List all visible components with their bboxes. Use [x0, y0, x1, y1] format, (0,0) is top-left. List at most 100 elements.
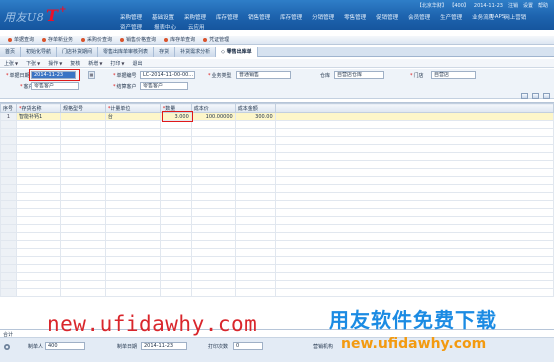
top-nav-item[interactable]: 基础设置 — [152, 13, 174, 21]
top-nav-item[interactable]: 网上营销 — [504, 13, 526, 21]
top-nav-sub-item[interactable]: 资产管理 — [120, 23, 142, 31]
table-cell-empty — [59, 144, 106, 153]
logo-text: 用友U8 — [4, 11, 45, 24]
table-cell[interactable]: 100.00000 — [190, 112, 236, 121]
chevron-down-icon: ▼ — [99, 61, 103, 66]
delete-row-icon[interactable] — [543, 93, 550, 99]
table-cell-empty — [190, 216, 236, 225]
table-cell-empty — [159, 144, 192, 153]
table-cell-empty — [274, 264, 554, 273]
top-nav-sub-item[interactable]: 报表中心 — [154, 23, 176, 31]
quick-menu-item[interactable]: 凭证管理 — [203, 36, 229, 45]
table-cell-empty — [274, 144, 554, 153]
user-bar-item[interactable]: 注销 — [508, 3, 518, 9]
tab-item[interactable]: 首页 — [0, 47, 22, 57]
table-cell-empty — [190, 128, 236, 137]
toolbar-button[interactable]: 新增▼ — [84, 59, 106, 69]
store-field[interactable]: 自营店 — [431, 71, 476, 79]
table-cell-empty — [274, 232, 554, 241]
table-cell-empty — [159, 136, 192, 145]
table-cell[interactable]: 300.00 — [234, 112, 276, 121]
top-nav-item[interactable]: 会员管理 — [408, 13, 430, 21]
top-nav-item[interactable]: 采购管理 — [184, 13, 206, 21]
grid-column-header[interactable]: 成本金额 — [234, 103, 276, 113]
table-cell-empty — [104, 128, 161, 137]
table-cell-empty — [15, 160, 61, 169]
table-cell-empty — [190, 256, 236, 265]
table-cell-empty — [0, 160, 17, 169]
table-cell[interactable] — [59, 112, 106, 121]
settle-customer-field[interactable]: 零售客户 — [140, 82, 188, 90]
top-nav-item[interactable]: 采购管理 — [120, 13, 142, 21]
warehouse-field[interactable]: 自营店仓库 — [334, 71, 384, 79]
top-nav-item[interactable]: 库存管理 — [216, 13, 238, 21]
empty-table-row — [0, 120, 554, 129]
tab-item[interactable]: 补货需求分析 — [175, 47, 217, 57]
quick-menu-label: 销售价格查询 — [126, 37, 157, 43]
table-cell-empty — [159, 248, 192, 257]
empty-table-row — [0, 280, 554, 289]
table-cell-empty — [0, 120, 17, 129]
table-cell-empty — [15, 216, 61, 225]
table-cell-empty — [274, 136, 554, 145]
table-cell-empty — [0, 192, 17, 201]
add-row-icon[interactable] — [521, 93, 529, 99]
toolbar-button[interactable]: 退出 — [128, 60, 146, 69]
logo-plus: + — [59, 5, 67, 15]
top-nav-item[interactable]: 库存管理 — [280, 13, 302, 21]
code-field[interactable]: LC-2014-11-00-00... — [140, 71, 195, 79]
table-cell[interactable]: 台 — [104, 112, 161, 121]
toolbar-button[interactable]: 下张▼ — [22, 59, 44, 69]
quick-menu-item[interactable]: 单据查询 — [8, 36, 34, 45]
toolbar-button[interactable]: 操作▼ — [44, 59, 66, 69]
user-bar-item[interactable]: 帮助 — [538, 3, 548, 9]
grid-column-header[interactable]: *计量单位 — [104, 103, 161, 113]
tab-item[interactable]: 零售出库单审核列表 — [98, 47, 155, 57]
grid-column-header[interactable]: 序号 — [0, 103, 17, 113]
top-banner: 用友U8 T + 采购管理 基础设置 采购管理 库存管理 销售管理 库存管理 分销管理 零售管… — [0, 0, 554, 31]
top-nav-item[interactable]: 生产管理 — [440, 13, 462, 21]
toolbar-button[interactable]: 打印▼ — [106, 59, 128, 69]
top-nav-item[interactable]: 促销管理 — [376, 13, 398, 21]
tab-item[interactable]: ◇ 零售出库单 — [216, 47, 258, 57]
top-nav-item[interactable]: 零售管理 — [344, 13, 366, 21]
grid-column-header[interactable]: 成本价 — [190, 103, 236, 113]
grid-column-header[interactable]: 规格型号 — [59, 103, 106, 113]
table-row[interactable]: 1 智能补钙1 台 3.000 100.00000 300.00 — [0, 112, 554, 121]
table-cell-empty — [234, 256, 276, 265]
quick-menu-item[interactable]: 存单新业务 — [42, 36, 73, 45]
top-nav-item[interactable]: 分销管理 — [312, 13, 334, 21]
user-bar-item[interactable]: 设置 — [523, 3, 533, 9]
table-cell-empty — [59, 224, 106, 233]
tab-item[interactable]: 初始化导航 — [21, 47, 58, 57]
top-nav-sub-item[interactable]: 云应用 — [188, 23, 205, 31]
calendar-icon[interactable]: ▦ — [88, 71, 95, 79]
copy-row-icon[interactable] — [532, 93, 540, 99]
empty-table-row — [0, 144, 554, 153]
table-cell-empty — [234, 120, 276, 129]
table-cell-empty — [159, 184, 192, 193]
watermark-right-title: 用友软件免费下载 — [329, 308, 497, 332]
quick-menu-item[interactable]: 销售价格查询 — [120, 36, 156, 45]
quick-menu-item[interactable]: 采购价查询 — [81, 36, 112, 45]
table-cell-empty — [15, 200, 61, 209]
customer-field[interactable]: 零售客户 — [31, 82, 79, 90]
detail-grid: 序号 *存货名称 规格型号 *计量单位 *数量 成本价 成本金额 1 智能补钙1 台 3.000 1… — [0, 102, 554, 328]
top-nav-item[interactable]: 销售管理 — [248, 13, 270, 21]
table-cell-empty — [274, 240, 554, 249]
grid-column-header[interactable]: *存货名称 — [15, 103, 61, 113]
quick-menu-dot-icon — [164, 37, 169, 42]
empty-table-row — [0, 200, 554, 209]
table-cell-empty — [15, 168, 61, 177]
table-cell-empty — [159, 264, 192, 273]
tab-item[interactable]: 门店补货期间 — [57, 47, 99, 57]
table-cell-empty — [274, 216, 554, 225]
toolbar-button[interactable]: 复核 — [66, 60, 84, 69]
quick-menu-item[interactable]: 库存单查询 — [164, 36, 195, 45]
tab-item[interactable]: 存货 — [154, 47, 176, 57]
shortcut-link[interactable]: T-APS — [490, 14, 505, 20]
toolbar-button[interactable]: 上张▼ — [0, 59, 22, 69]
table-cell-empty — [234, 160, 276, 169]
table-cell[interactable]: 智能补钙1 — [15, 112, 61, 121]
biz-type-select[interactable]: 普通销售 — [236, 71, 291, 79]
